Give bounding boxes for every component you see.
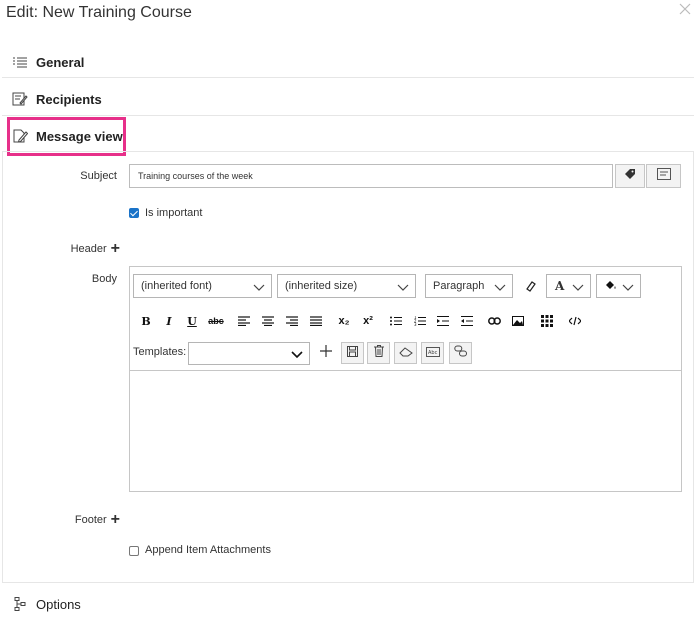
spellcheck-icon: Abc: [425, 344, 440, 362]
templates-select[interactable]: [188, 342, 310, 365]
is-important-checkbox[interactable]: [129, 208, 139, 218]
plus-icon: [319, 344, 333, 363]
chevron-down-icon: [494, 281, 506, 293]
tag-icon: [624, 167, 636, 185]
add-template-button[interactable]: [314, 342, 337, 364]
templates-label: Templates:: [133, 346, 187, 358]
link-icon[interactable]: [484, 311, 504, 331]
section-recipients-label: Recipients: [36, 91, 102, 107]
source-code-icon[interactable]: [565, 311, 585, 331]
append-attachments-checkbox[interactable]: [129, 546, 139, 556]
highlight-color-select[interactable]: [596, 274, 641, 298]
font-family-select[interactable]: (inherited font): [133, 274, 272, 298]
footer-label: Footer: [74, 514, 107, 526]
outdent-icon[interactable]: [457, 311, 477, 331]
tag-button[interactable]: [615, 164, 645, 188]
bold-button[interactable]: B: [136, 311, 156, 331]
numbered-list-icon[interactable]: 123: [410, 311, 430, 331]
font-family-value: (inherited font): [141, 280, 212, 292]
unlink-icon: [453, 344, 468, 362]
clear-format-icon[interactable]: [521, 276, 541, 296]
section-general-label: General: [36, 54, 85, 70]
chevron-down-icon: [253, 281, 265, 293]
font-color-select[interactable]: A: [546, 274, 591, 298]
eraser-button[interactable]: [394, 342, 417, 364]
body-label: Body: [91, 273, 117, 285]
header-row: Header +: [40, 240, 120, 258]
section-options-label: Options: [36, 596, 81, 612]
font-size-select[interactable]: (inherited size): [277, 274, 416, 298]
divider: [2, 77, 694, 78]
strikethrough-button[interactable]: abc: [206, 311, 226, 331]
eraser-icon: [398, 344, 413, 362]
bullet-list-icon[interactable]: [386, 311, 406, 331]
svg-text:3: 3: [414, 322, 417, 326]
paragraph-select[interactable]: Paragraph: [425, 274, 513, 298]
save-template-button[interactable]: [341, 342, 364, 364]
chevron-down-icon: [291, 348, 303, 360]
paragraph-value: Paragraph: [433, 280, 485, 292]
font-color-glyph: A: [555, 279, 565, 293]
subject-label: Subject: [80, 170, 117, 182]
chevron-down-icon: [572, 281, 584, 293]
rich-text-editor: [129, 266, 682, 492]
add-header-icon[interactable]: +: [111, 240, 120, 258]
placeholder-button[interactable]: [646, 164, 681, 188]
is-important-label: Is important: [145, 207, 203, 219]
svg-text:Abc: Abc: [428, 350, 438, 356]
unlink-button[interactable]: [449, 342, 472, 364]
align-left-icon[interactable]: [234, 311, 254, 331]
delete-template-button[interactable]: [367, 342, 390, 364]
divider: [2, 115, 694, 116]
indent-icon[interactable]: [433, 311, 453, 331]
footer-row: Footer +: [40, 511, 120, 529]
underline-button[interactable]: U: [182, 311, 202, 331]
section-general[interactable]: General: [2, 50, 694, 74]
align-center-icon[interactable]: [258, 311, 278, 331]
options-tree-icon: [10, 594, 30, 614]
font-size-value: (inherited size): [285, 280, 358, 292]
header-label: Header: [70, 243, 107, 255]
dialog-title: Edit: New Training Course: [6, 4, 192, 21]
italic-button[interactable]: I: [159, 311, 179, 331]
list-icon: [10, 52, 30, 72]
editor-content-area[interactable]: [130, 370, 681, 491]
append-attachments-label: Append Item Attachments: [145, 544, 271, 556]
section-recipients[interactable]: Recipients: [2, 87, 694, 111]
save-icon: [347, 344, 358, 362]
recipients-icon: [10, 89, 30, 109]
subject-input[interactable]: Training courses of the week: [129, 164, 613, 188]
align-justify-icon[interactable]: [306, 311, 326, 331]
table-icon[interactable]: [537, 311, 557, 331]
superscript-button[interactable]: x²: [358, 311, 378, 331]
section-options[interactable]: Options: [2, 592, 694, 616]
chevron-down-icon: [622, 281, 634, 293]
subscript-button[interactable]: x₂: [334, 311, 354, 331]
add-footer-icon[interactable]: +: [111, 511, 120, 529]
trash-icon: [373, 344, 384, 362]
field-insert-icon: [656, 167, 671, 185]
image-icon[interactable]: [508, 311, 528, 331]
spellcheck-button[interactable]: Abc: [421, 342, 444, 364]
close-icon[interactable]: [677, 1, 693, 17]
align-right-icon[interactable]: [282, 311, 302, 331]
paint-bucket-icon: [605, 279, 617, 294]
chevron-down-icon: [397, 281, 409, 293]
